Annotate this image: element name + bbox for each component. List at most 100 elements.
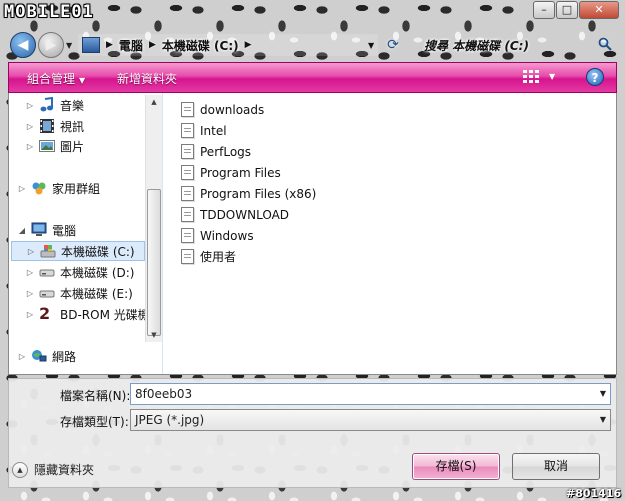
- nav-item-music[interactable]: ▷ 音樂: [25, 95, 84, 115]
- drive-icon: [39, 269, 55, 277]
- video-icon: [40, 119, 54, 133]
- new-folder-button[interactable]: 新增資料夾: [117, 70, 177, 87]
- search-icon[interactable]: [598, 37, 612, 51]
- nav-item-pictures[interactable]: ▷ 圖片: [25, 136, 84, 156]
- search-input[interactable]: 搜尋 本機磁碟 (C:): [420, 34, 616, 56]
- file-list-item[interactable]: 使用者: [181, 246, 236, 267]
- file-name: PerfLogs: [200, 144, 252, 159]
- expand-arrow-icon[interactable]: ▷: [17, 352, 27, 361]
- nav-item-drive-c[interactable]: ▷ 本機磁碟 (C:): [11, 241, 145, 261]
- file-list-item[interactable]: TDDOWNLOAD: [181, 204, 289, 225]
- filename-label: 檔案名稱(N):: [60, 389, 131, 403]
- nav-item-drive-e[interactable]: ▷ 本機磁碟 (E:): [25, 283, 133, 303]
- file-list-item[interactable]: downloads: [181, 99, 264, 120]
- chevron-down-icon: ▼: [79, 76, 86, 85]
- command-toolbar: 組合管理 ▼ 新增資料夾 ▼ ?: [8, 62, 617, 93]
- minimize-button[interactable]: –: [533, 1, 555, 19]
- filetype-label: 存檔類型(T):: [60, 415, 129, 429]
- nav-item-drive-d[interactable]: ▷ 本機磁碟 (D:): [25, 262, 135, 282]
- navigation-bar: ◀ ▶ ▼ ▶ 電腦 ▶ 本機磁碟 (C:) ▶ ▼ ⟳ 搜尋 本機磁碟 (C:…: [0, 30, 625, 60]
- expand-arrow-icon[interactable]: ▷: [25, 101, 35, 110]
- nav-item-bd-rom[interactable]: ▷ 2 BD-ROM 光碟機: [25, 304, 150, 324]
- navigation-pane: ▷ 音樂 ▷ 視訊 ▷ 圖片 ▷ 家用群組 ◢ 電腦 ▷ 本機磁碟 (C:) ▷…: [9, 93, 162, 374]
- pictures-icon: [39, 140, 55, 152]
- expand-arrow-icon[interactable]: ▷: [25, 268, 35, 277]
- folder-icon: [181, 207, 194, 222]
- drive-icon: [39, 290, 55, 298]
- expand-arrow-icon[interactable]: ▷: [25, 122, 35, 131]
- folder-icon: [181, 249, 194, 264]
- file-name: downloads: [200, 102, 265, 117]
- close-button[interactable]: ✕: [579, 1, 619, 19]
- breadcrumb-drive-c[interactable]: 本機磁碟 (C:): [162, 37, 239, 54]
- help-button[interactable]: ?: [586, 68, 604, 86]
- filetype-select[interactable]: JPEG (*.jpg) ▼: [130, 409, 611, 431]
- expand-arrow-icon[interactable]: ▷: [26, 247, 36, 256]
- address-dropdown[interactable]: ▼: [368, 41, 374, 50]
- search-placeholder: 搜尋 本機磁碟 (C:): [424, 38, 529, 53]
- expand-arrow-icon[interactable]: ▷: [17, 184, 27, 193]
- nav-item-label: 本機磁碟 (C:): [61, 244, 135, 259]
- folder-icon: [181, 123, 194, 138]
- organize-label: 組合管理: [27, 72, 76, 86]
- organize-menu-button[interactable]: 組合管理 ▼: [27, 70, 85, 87]
- file-list-item[interactable]: Intel: [181, 120, 227, 141]
- nav-item-label: 本機磁碟 (E:): [60, 286, 133, 301]
- scrollbar-thumb[interactable]: [147, 189, 161, 336]
- refresh-icon[interactable]: ⟳: [384, 36, 402, 54]
- maximize-button[interactable]: □: [556, 1, 578, 19]
- chevron-down-icon[interactable]: ▼: [600, 384, 606, 404]
- nav-item-computer[interactable]: ◢ 電腦: [17, 220, 76, 240]
- nav-item-network[interactable]: ▷ 網路: [17, 346, 76, 366]
- breadcrumb-separator[interactable]: ▶: [245, 40, 252, 50]
- expand-arrow-icon[interactable]: ▷: [25, 289, 35, 298]
- nav-item-video[interactable]: ▷ 視訊: [25, 116, 84, 136]
- filename-value: 8f0eeb03: [135, 387, 193, 401]
- scroll-up-arrow-icon[interactable]: ▲: [146, 95, 162, 109]
- hide-folders-label: 隱藏資料夾: [34, 463, 95, 477]
- view-options-dropdown[interactable]: ▼: [549, 72, 555, 81]
- pane-divider[interactable]: [162, 93, 163, 374]
- music-icon: [40, 97, 53, 112]
- file-name: 使用者: [200, 250, 237, 264]
- file-name: Windows: [200, 228, 254, 243]
- nav-item-homegroup[interactable]: ▷ 家用群組: [17, 178, 100, 198]
- browser-content: ▷ 音樂 ▷ 視訊 ▷ 圖片 ▷ 家用群組 ◢ 電腦 ▷ 本機磁碟 (C:) ▷…: [8, 93, 617, 375]
- nav-item-label: 圖片: [60, 139, 85, 154]
- address-bar[interactable]: ▶ 電腦 ▶ 本機磁碟 (C:) ▶: [78, 34, 378, 56]
- chevron-up-icon: ▲: [12, 461, 28, 478]
- file-list-item[interactable]: Program Files (x86): [181, 183, 316, 204]
- filename-input[interactable]: 8f0eeb03 ▼: [130, 383, 611, 405]
- folder-icon: [181, 165, 194, 180]
- watermark: #801416: [566, 487, 622, 500]
- recent-pages-dropdown[interactable]: ▼: [66, 41, 72, 50]
- bd-rom-icon: 2: [39, 304, 51, 323]
- save-button[interactable]: 存檔(S): [412, 453, 500, 480]
- file-list-item[interactable]: Program Files: [181, 162, 281, 183]
- file-list-item[interactable]: PerfLogs: [181, 141, 251, 162]
- forward-arrow-icon: ▶: [45, 37, 57, 53]
- collapse-arrow-icon[interactable]: ◢: [17, 226, 27, 235]
- nav-item-label: 視訊: [60, 119, 85, 134]
- title-bar: MOBILE01 – □ ✕: [0, 0, 625, 28]
- file-name: Intel: [200, 123, 227, 138]
- expand-arrow-icon[interactable]: ▷: [25, 142, 35, 151]
- nav-item-label: 音樂: [60, 98, 85, 113]
- window-controls: – □ ✕: [532, 1, 619, 19]
- nav-item-label: 電腦: [52, 223, 77, 238]
- filetype-value: JPEG (*.jpg): [135, 413, 205, 427]
- file-list-item[interactable]: Windows: [181, 225, 254, 246]
- back-button[interactable]: ◀: [10, 32, 36, 58]
- breadcrumb-separator[interactable]: ▶: [106, 40, 113, 50]
- scroll-down-arrow-icon[interactable]: ▼: [146, 328, 162, 342]
- hide-folders-toggle[interactable]: ▲ 隱藏資料夾: [12, 461, 94, 478]
- breadcrumb-computer[interactable]: 電腦: [119, 37, 143, 54]
- cancel-button[interactable]: 取消: [512, 453, 600, 480]
- view-options-icon[interactable]: [523, 70, 539, 84]
- chevron-down-icon[interactable]: ▼: [600, 410, 606, 430]
- navpane-scrollbar[interactable]: ▲ ▼: [145, 95, 162, 342]
- forward-button[interactable]: ▶: [38, 32, 64, 58]
- expand-arrow-icon[interactable]: ▷: [25, 310, 35, 319]
- breadcrumb-separator[interactable]: ▶: [149, 40, 156, 50]
- filetype-row: 存檔類型(T): JPEG (*.jpg) ▼: [8, 408, 617, 432]
